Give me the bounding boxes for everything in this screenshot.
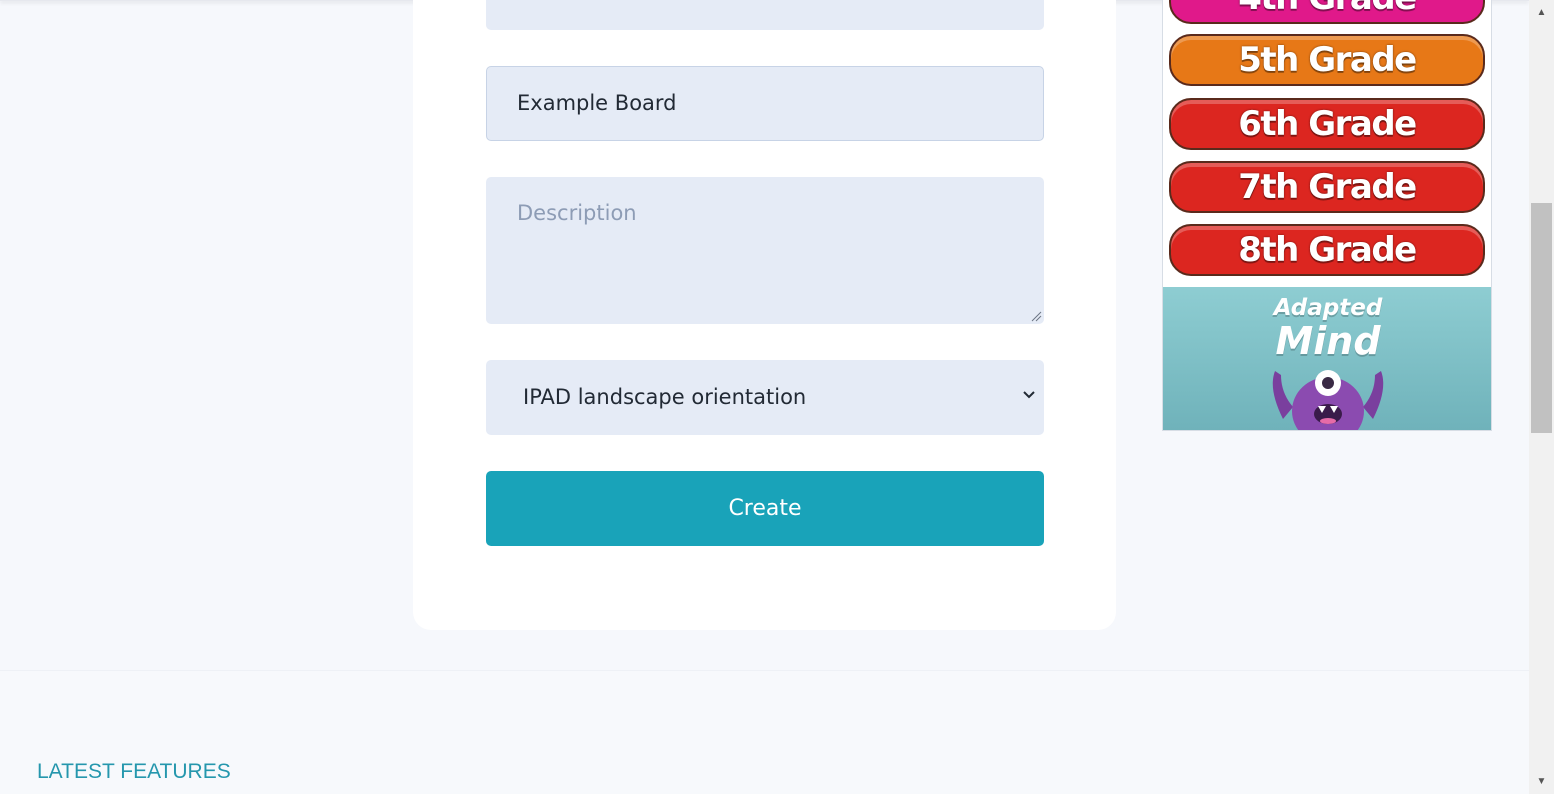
brand-name-line1: Adapted [1273,295,1383,321]
resize-grip-icon[interactable] [1030,310,1042,322]
grade-8-button[interactable]: 8th Grade [1169,224,1485,276]
board-name-input[interactable]: Example Board [486,66,1044,141]
grade-7-button[interactable]: 7th Grade [1169,161,1485,213]
grade-4-button[interactable]: 4th Grade [1169,0,1485,24]
description-placeholder: Description [517,201,637,225]
board-name-value: Example Board [517,91,677,115]
create-button[interactable]: Create [486,471,1044,546]
grade-5-button[interactable]: 5th Grade [1169,34,1485,86]
scroll-down-icon[interactable]: ▼ [1529,769,1554,794]
brand-name-line2: Mind [1275,319,1381,363]
orientation-selected-value: IPAD landscape orientation [523,385,807,409]
adaptedmind-logo-area[interactable]: Adapted Mind [1163,287,1491,430]
latest-features-heading: LATEST FEATURES [37,760,231,783]
monster-mascot-icon [1272,370,1384,430]
scroll-up-icon[interactable]: ▲ [1529,0,1554,25]
advertisement-panel[interactable]: 4th Grade 5th Grade 6th Grade 7th Grade … [1162,0,1492,431]
orientation-select[interactable]: IPAD landscape orientation [486,360,1044,435]
previous-field[interactable] [486,0,1044,30]
grade-6-button[interactable]: 6th Grade [1169,98,1485,150]
chevron-down-icon [1023,391,1035,399]
vertical-scrollbar[interactable]: ▲ ▼ [1529,0,1554,794]
scrollbar-thumb[interactable] [1531,203,1552,433]
description-textarea[interactable]: Description [486,177,1044,324]
